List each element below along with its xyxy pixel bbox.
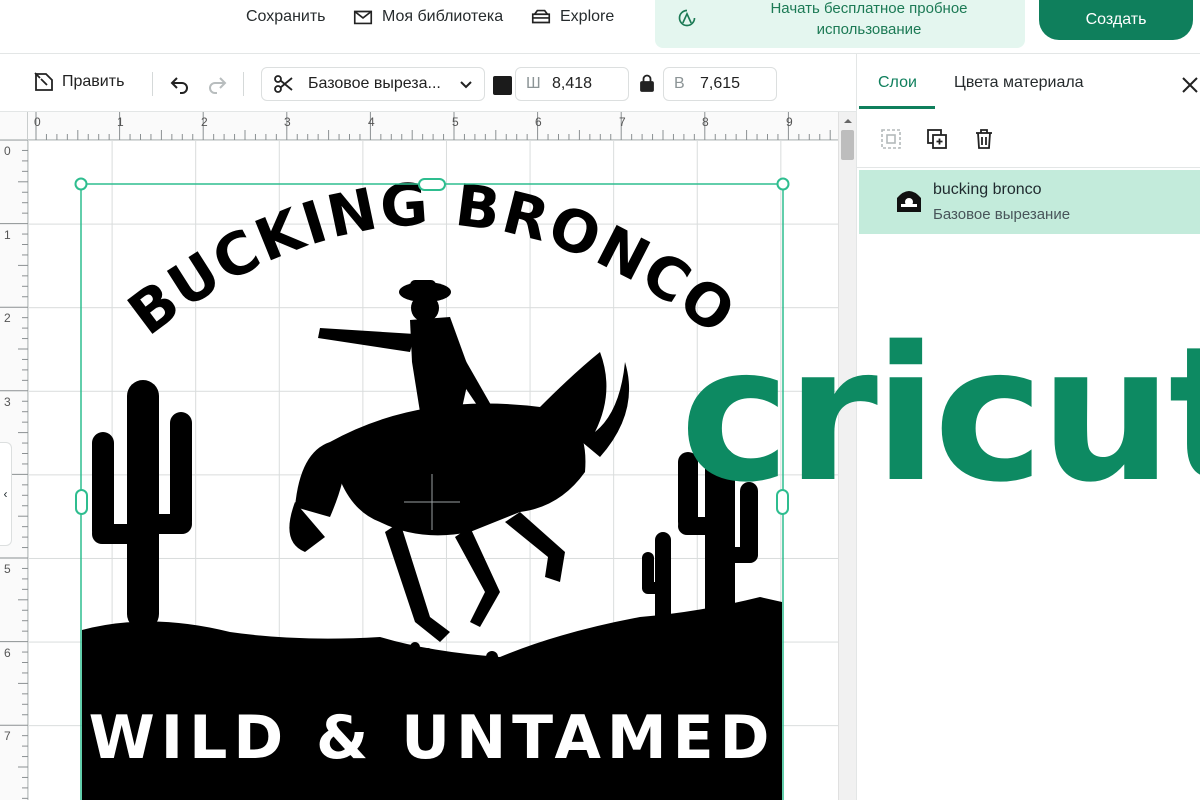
height-input[interactable]: В 7,615 xyxy=(663,67,777,101)
toolbar-divider xyxy=(152,72,153,96)
cricut-logo: cricut xyxy=(680,306,1200,523)
group-icon[interactable] xyxy=(879,127,903,151)
width-input[interactable]: Ш 8,418 xyxy=(515,67,629,101)
duplicate-icon[interactable] xyxy=(925,127,949,151)
my-library-button[interactable]: Моя библиотека xyxy=(352,0,503,34)
scroll-up-icon[interactable] xyxy=(843,116,853,126)
tab-material-colors[interactable]: Цвета материала xyxy=(954,74,1084,92)
operation-label: Базовое выреза... xyxy=(308,75,441,92)
width-label: Ш xyxy=(526,75,541,92)
explore-icon xyxy=(531,9,551,24)
chevron-down-icon xyxy=(460,81,472,89)
scrollbar-thumb[interactable] xyxy=(841,130,854,160)
undo-icon[interactable] xyxy=(168,72,192,96)
resize-handle-top[interactable] xyxy=(418,178,446,191)
resize-handle-left[interactable] xyxy=(75,489,88,515)
layer-thumbnail-icon xyxy=(897,191,921,212)
active-tab-indicator xyxy=(859,106,935,109)
layer-row[interactable]: bucking bronco Базовое вырезание xyxy=(859,170,1200,234)
create-button[interactable]: Создать xyxy=(1039,0,1193,40)
bronco-rider-silhouette xyxy=(289,280,630,663)
resize-handle[interactable] xyxy=(74,177,88,191)
height-value[interactable]: 7,615 xyxy=(700,75,740,93)
edit-label: Править xyxy=(62,73,125,90)
chevron-left-icon: ‹ xyxy=(3,487,8,501)
free-trial-label: Начать бесплатное пробное использование xyxy=(770,0,968,38)
lock-icon[interactable] xyxy=(639,74,655,92)
free-trial-banner[interactable]: Начать бесплатное пробное использование xyxy=(655,0,1025,48)
explore-button[interactable]: Explore xyxy=(530,0,614,34)
top-header: Сохранить Моя библиотека Explore Начать … xyxy=(0,0,1200,54)
scissors-icon xyxy=(274,75,293,93)
cricut-access-icon xyxy=(678,9,696,27)
design-subtitle: WILD & UNTAMED xyxy=(89,703,776,773)
layer-tools xyxy=(857,114,1200,168)
explore-label: Explore xyxy=(560,8,615,25)
toolbar-divider xyxy=(243,72,244,96)
close-icon[interactable] xyxy=(1181,76,1199,94)
collapse-left-panel-button[interactable]: ‹ xyxy=(0,442,12,546)
trash-icon[interactable] xyxy=(972,127,996,151)
edit-toolbar: Править Базовое выреза... Ш 8,418 В 7,61… xyxy=(0,54,856,112)
tab-layers[interactable]: Слои xyxy=(878,74,917,92)
rotate-handle[interactable] xyxy=(776,177,790,191)
redo-icon[interactable] xyxy=(205,72,229,96)
operation-dropdown[interactable]: Базовое выреза... xyxy=(261,67,485,101)
layer-name: bucking bronco xyxy=(933,181,1042,198)
edit-button[interactable]: Править xyxy=(32,70,124,94)
library-icon xyxy=(353,10,373,25)
cactus-left xyxy=(92,380,192,630)
library-label: Моя библиотека xyxy=(382,8,504,25)
layer-operation: Базовое вырезание xyxy=(933,206,1071,223)
width-value[interactable]: 8,418 xyxy=(552,75,592,93)
save-label: Сохранить xyxy=(246,8,326,25)
height-label: В xyxy=(674,75,685,92)
save-button[interactable]: Сохранить xyxy=(246,0,326,34)
edit-icon xyxy=(34,72,53,91)
color-swatch[interactable] xyxy=(493,76,512,95)
